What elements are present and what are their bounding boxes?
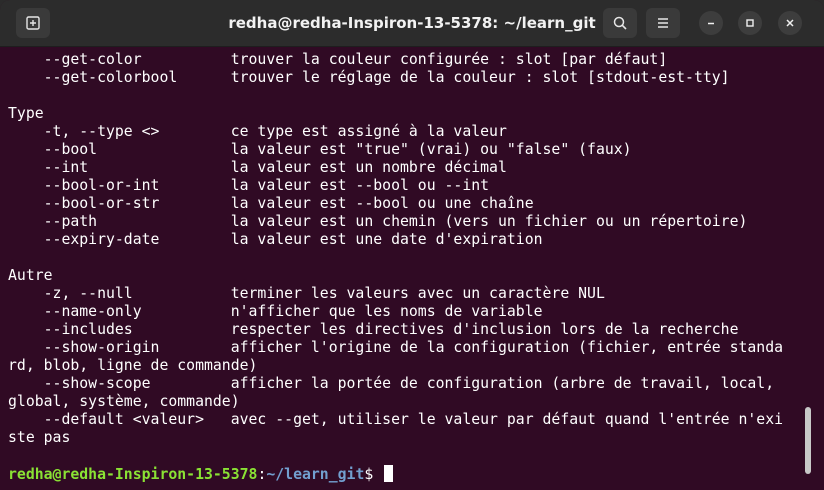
scrollbar-thumb[interactable] [805, 407, 811, 474]
terminal-line: --bool la valeur est "true" (vrai) ou "f… [8, 141, 632, 158]
terminal-line: Autre [8, 267, 53, 284]
minimize-button[interactable] [699, 11, 723, 35]
terminal-output[interactable]: --get-color trouver la couleur configuré… [0, 47, 800, 490]
terminal-line: --expiry-date la valeur est une date d'e… [8, 231, 543, 248]
terminal-line: global, système, commande) [8, 393, 240, 410]
terminal-window: redha@redha-Inspiron-13-5378: ~/learn_gi… [0, 0, 824, 490]
terminal-line: -z, --null terminer les valeurs avec un … [8, 285, 605, 302]
terminal-line: --default <valeur> avec --get, utiliser … [8, 411, 784, 428]
prompt-path: ~/learn_git [266, 466, 365, 483]
search-button[interactable] [603, 8, 637, 38]
terminal-line: --int la valeur est un nombre décimal [8, 159, 507, 176]
hamburger-menu-icon [658, 18, 668, 28]
terminal-line: rd, blob, ligne de commande) [8, 357, 258, 374]
terminal-line: -t, --type <> ce type est assigné à la v… [8, 123, 507, 140]
terminal-line: --includes respecter les directives d'in… [8, 321, 739, 338]
titlebar: redha@redha-Inspiron-13-5378: ~/learn_gi… [0, 0, 824, 47]
terminal-line: --show-origin afficher l'origine de la c… [8, 339, 784, 356]
terminal-line: ste pas [8, 429, 71, 446]
prompt-line[interactable]: redha@redha-Inspiron-13-5378:~/learn_git… [8, 465, 800, 483]
prompt-user-host: redha@redha-Inspiron-13-5378 [8, 466, 258, 483]
maximize-button[interactable] [738, 11, 762, 35]
terminal-line: --bool-or-int la valeur est --bool ou --… [8, 177, 490, 194]
terminal-line: --get-colorbool trouver le réglage de la… [8, 69, 730, 86]
maximize-icon [746, 19, 754, 27]
minimize-icon [708, 22, 714, 25]
close-button[interactable] [778, 11, 802, 35]
prompt-symbol: $ [364, 466, 383, 483]
text-cursor [384, 465, 394, 482]
scrollbar[interactable] [802, 47, 816, 490]
terminal-line: --bool-or-str la valeur est --bool ou un… [8, 195, 534, 212]
terminal-line: --name-only n'afficher que les noms de v… [8, 303, 543, 320]
search-icon [613, 16, 627, 30]
terminal-line: --path la valeur est un chemin (vers un … [8, 213, 748, 230]
menu-button[interactable] [646, 8, 680, 38]
terminal-line: Type [8, 105, 44, 122]
close-icon [786, 19, 794, 27]
terminal-line: --show-scope afficher la portée de confi… [8, 375, 775, 392]
terminal-line: --get-color trouver la couleur configuré… [8, 51, 668, 68]
